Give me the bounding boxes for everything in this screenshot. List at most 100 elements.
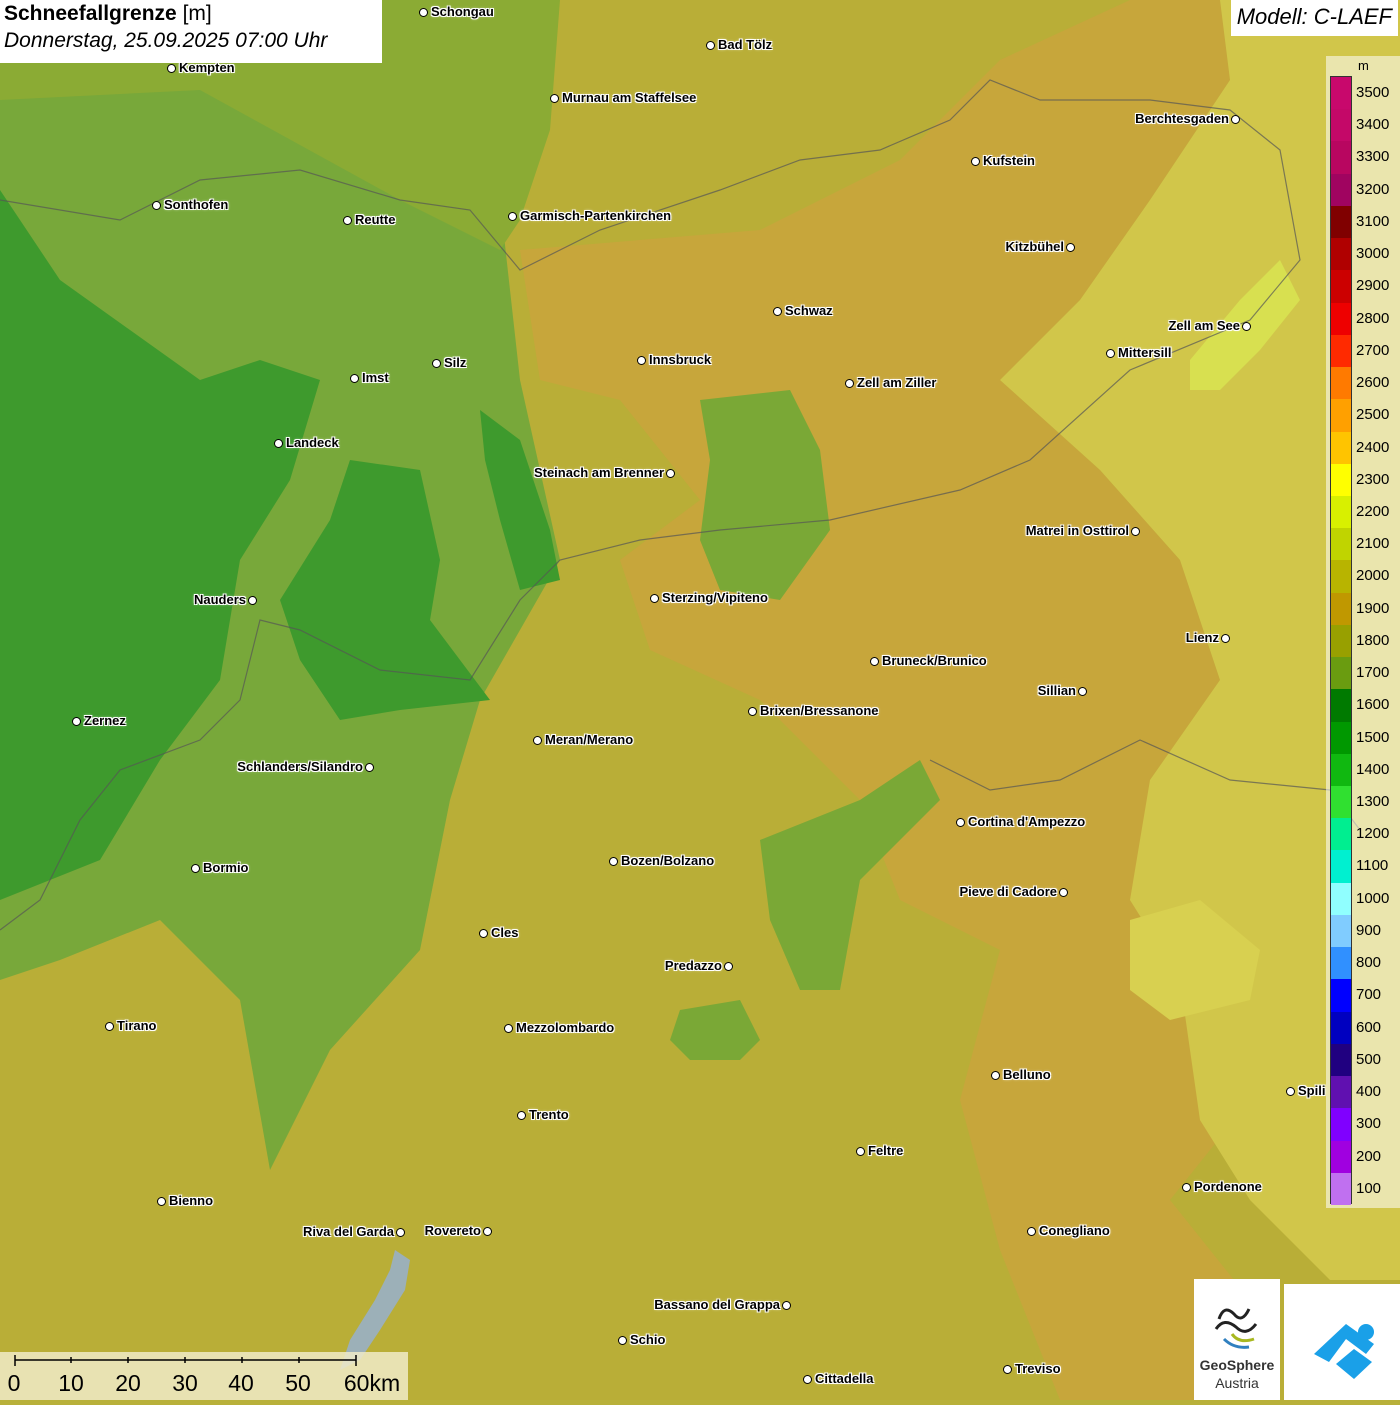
city-label: Reutte (355, 212, 396, 227)
legend-label: 1700 (1356, 664, 1390, 682)
city-marker[interactable] (1059, 888, 1068, 897)
city-label: Spili (1298, 1083, 1326, 1098)
city-marker[interactable] (666, 469, 675, 478)
city-marker[interactable] (343, 216, 352, 225)
city-label: Sillian (1037, 683, 1076, 698)
city-marker[interactable] (1242, 322, 1251, 331)
city-label: Bozen/Bolzano (621, 853, 715, 868)
model-label: Modell: C-LAEF (1230, 0, 1398, 36)
city-marker[interactable] (637, 356, 646, 365)
city-marker[interactable] (845, 379, 854, 388)
geosphere-logo[interactable]: GeoSphere Austria (1194, 1279, 1280, 1400)
city-label: Bruneck/Brunico (882, 653, 987, 668)
city-marker[interactable] (350, 374, 359, 383)
city-marker[interactable] (432, 359, 441, 368)
city-marker[interactable] (1286, 1087, 1295, 1096)
city-marker[interactable] (870, 657, 879, 666)
city-marker[interactable] (1106, 349, 1115, 358)
city-marker[interactable] (504, 1024, 513, 1033)
legend-step (1331, 914, 1351, 948)
city-marker[interactable] (1027, 1227, 1036, 1236)
city-label: Conegliano (1039, 1223, 1110, 1238)
scale-label: 30 (172, 1370, 198, 1396)
legend-step (1331, 624, 1351, 658)
city-marker[interactable] (773, 307, 782, 316)
city-marker[interactable] (1182, 1183, 1191, 1192)
logo-text-line2: Austria (1215, 1375, 1259, 1391)
legend-label: 800 (1356, 954, 1382, 972)
legend-label: 1600 (1356, 696, 1390, 714)
city-marker[interactable] (419, 8, 428, 17)
city-label: Trento (529, 1107, 569, 1122)
city-marker[interactable] (724, 962, 733, 971)
city-marker[interactable] (396, 1228, 405, 1237)
city-marker[interactable] (550, 94, 559, 103)
city-marker[interactable] (72, 717, 81, 726)
city-marker[interactable] (274, 439, 283, 448)
city-label: Matrei in Osttirol (1025, 523, 1129, 538)
city-label: Cles (491, 925, 519, 940)
legend-step (1331, 367, 1351, 400)
title-box: Schneefallgrenze [m] Donnerstag, 25.09.2… (0, 0, 382, 63)
city-marker[interactable] (365, 763, 374, 772)
legend-label: 2000 (1356, 567, 1390, 585)
legend-label: 700 (1356, 986, 1382, 1004)
city-marker[interactable] (105, 1022, 114, 1031)
city-marker[interactable] (618, 1336, 627, 1345)
city-marker[interactable] (856, 1147, 865, 1156)
city-marker[interactable] (706, 41, 715, 50)
city-label: Imst (362, 370, 389, 385)
legend-step (1331, 947, 1351, 980)
city-marker[interactable] (748, 707, 757, 716)
city-marker[interactable] (1131, 527, 1140, 536)
legend-label: 2500 (1356, 406, 1390, 424)
city-marker[interactable] (609, 857, 618, 866)
city-marker[interactable] (191, 864, 200, 873)
city-label: Cortina d'Ampezzo (968, 814, 1086, 829)
legend-step (1331, 657, 1351, 690)
city-label: Pordenone (1194, 1179, 1262, 1194)
legend-step (1331, 528, 1351, 561)
city-label: Tirano (117, 1018, 157, 1033)
city-marker[interactable] (152, 201, 161, 210)
app-logo[interactable] (1284, 1284, 1400, 1400)
legend-step (1331, 721, 1351, 755)
city-label: Riva del Garda (302, 1224, 394, 1239)
city-marker[interactable] (991, 1071, 1000, 1080)
city-marker[interactable] (533, 736, 542, 745)
legend-label: 2300 (1356, 470, 1390, 488)
legend-step (1331, 495, 1351, 529)
city-marker[interactable] (956, 818, 965, 827)
legend-step (1331, 77, 1351, 110)
legend-step (1331, 173, 1351, 207)
legend-color-bar (1330, 76, 1352, 1206)
city-marker[interactable] (157, 1197, 166, 1206)
legend-step (1331, 560, 1351, 594)
legend-label: 1800 (1356, 631, 1390, 649)
map-datetime: Donnerstag, 25.09.2025 07:00 Uhr (4, 29, 328, 52)
city-marker[interactable] (1231, 115, 1240, 124)
city-marker[interactable] (1066, 243, 1075, 252)
legend-step (1331, 850, 1351, 884)
city-marker[interactable] (1078, 687, 1087, 696)
city-marker[interactable] (517, 1111, 526, 1120)
city-marker[interactable] (248, 596, 257, 605)
city-marker[interactable] (782, 1301, 791, 1310)
city-label: Murnau am Staffelsee (562, 90, 697, 105)
legend-label: 1200 (1356, 825, 1390, 843)
city-marker[interactable] (971, 157, 980, 166)
legend-label: 600 (1356, 1018, 1382, 1036)
city-label: Predazzo (664, 958, 722, 973)
city-marker[interactable] (483, 1227, 492, 1236)
city-marker[interactable] (803, 1375, 812, 1384)
city-marker[interactable] (1221, 634, 1230, 643)
city-label: Schongau (431, 4, 494, 19)
legend-label: 3300 (1356, 148, 1390, 166)
city-marker[interactable] (1003, 1365, 1012, 1374)
city-label: Brixen/Bressanone (760, 703, 879, 718)
city-marker[interactable] (508, 212, 517, 221)
city-marker[interactable] (479, 929, 488, 938)
city-marker[interactable] (167, 64, 176, 73)
city-marker[interactable] (650, 594, 659, 603)
legend-step (1331, 1108, 1351, 1142)
